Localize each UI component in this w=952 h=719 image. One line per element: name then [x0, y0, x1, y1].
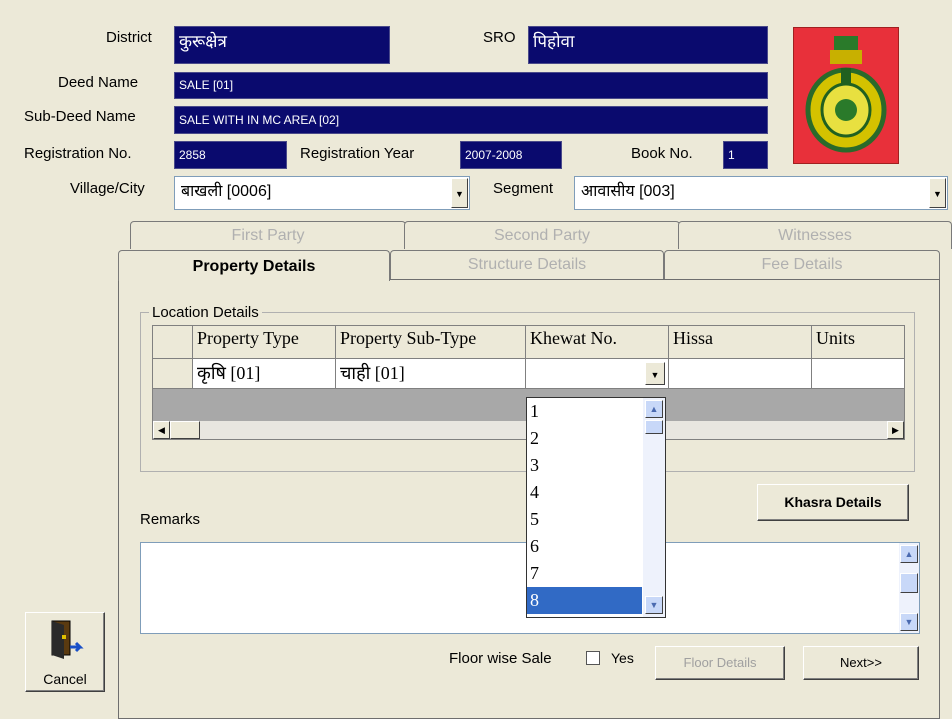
- cell-units[interactable]: [812, 359, 904, 389]
- remarks-scroll-thumb[interactable]: [900, 573, 918, 593]
- segment-combo[interactable]: आवासीय [003] ▼: [574, 176, 948, 210]
- cell-property-subtype[interactable]: चाही [01]: [336, 359, 526, 389]
- sro-label: SRO: [483, 29, 516, 46]
- tab-second-party[interactable]: Second Party: [404, 221, 680, 249]
- floor-wise-yes-label: Yes: [611, 650, 634, 666]
- reg-no-field[interactable]: 2858: [174, 141, 287, 169]
- floor-wise-checkbox[interactable]: [586, 651, 600, 665]
- cell-khewat-no[interactable]: ▼: [526, 359, 669, 389]
- location-details-title: Location Details: [149, 304, 262, 321]
- next-button[interactable]: Next>>: [803, 646, 919, 680]
- col-units: Units: [812, 326, 904, 359]
- reg-no-label: Registration No.: [24, 145, 132, 162]
- tab-fee-details[interactable]: Fee Details: [664, 250, 940, 280]
- sub-deed-field[interactable]: SALE WITH IN MC AREA [02]: [174, 106, 768, 134]
- scroll-right-icon[interactable]: ▶: [887, 421, 904, 439]
- sro-field[interactable]: पिहोवा: [528, 26, 768, 64]
- khewat-option[interactable]: 4: [527, 479, 642, 506]
- village-combo[interactable]: बाखली [0006] ▼: [174, 176, 470, 210]
- exit-door-icon: [51, 620, 84, 659]
- remarks-scroll-up-icon[interactable]: ▲: [900, 545, 918, 563]
- district-field[interactable]: कुरूक्षेत्र: [174, 26, 390, 64]
- reg-year-label: Registration Year: [300, 145, 415, 162]
- khewat-option[interactable]: 2: [527, 425, 642, 452]
- tab-witnesses[interactable]: Witnesses: [678, 221, 952, 249]
- tab-property-details[interactable]: Property Details: [118, 250, 390, 281]
- cancel-label: Cancel: [43, 671, 87, 687]
- segment-value: आवासीय [003]: [581, 183, 675, 200]
- cancel-button[interactable]: Cancel: [25, 612, 105, 692]
- district-label: District: [106, 29, 152, 46]
- scroll-thumb[interactable]: [170, 421, 200, 439]
- grid-corner: [153, 326, 193, 359]
- row-selector[interactable]: [153, 359, 193, 389]
- village-label: Village/City: [70, 180, 145, 197]
- village-value: बाखली [0006]: [181, 183, 272, 200]
- khewat-option[interactable]: 3: [527, 452, 642, 479]
- remarks-scrollbar[interactable]: ▲ ▼: [899, 543, 919, 633]
- sub-deed-label: Sub-Deed Name: [24, 108, 136, 125]
- village-dropdown-icon[interactable]: ▼: [451, 178, 468, 208]
- deed-name-field[interactable]: SALE [01]: [174, 72, 768, 99]
- cell-hissa[interactable]: [669, 359, 812, 389]
- khewat-dropdown-icon[interactable]: ▼: [645, 362, 665, 385]
- khewat-scroll-thumb[interactable]: [645, 420, 663, 434]
- col-property-subtype: Property Sub-Type: [336, 326, 526, 359]
- khewat-option[interactable]: 7: [527, 560, 642, 587]
- col-khewat-no: Khewat No.: [526, 326, 669, 359]
- khewat-option[interactable]: 5: [527, 506, 642, 533]
- remarks-scroll-down-icon[interactable]: ▼: [900, 613, 918, 631]
- haryana-emblem: [793, 27, 899, 164]
- book-no-field[interactable]: 1: [723, 141, 768, 169]
- khewat-scroll-up-icon[interactable]: ▲: [645, 400, 663, 418]
- segment-label: Segment: [493, 180, 554, 197]
- col-hissa: Hissa: [669, 326, 812, 359]
- scroll-left-icon[interactable]: ◀: [153, 421, 170, 439]
- book-no-label: Book No.: [631, 145, 693, 162]
- reg-year-field[interactable]: 2007-2008: [460, 141, 562, 169]
- floor-details-button[interactable]: Floor Details: [655, 646, 785, 680]
- segment-dropdown-icon[interactable]: ▼: [929, 178, 946, 208]
- remarks-label: Remarks: [140, 511, 201, 528]
- khewat-scroll-down-icon[interactable]: ▼: [645, 596, 663, 614]
- floor-wise-sale-label: Floor wise Sale: [449, 650, 552, 667]
- khewat-list-scrollbar[interactable]: ▲ ▼: [643, 398, 665, 617]
- khewat-option[interactable]: 6: [527, 533, 642, 560]
- khewat-dropdown-list[interactable]: 1 2 3 4 5 6 7 8 ▲ ▼: [526, 397, 666, 618]
- khewat-option[interactable]: 1: [527, 398, 642, 425]
- deed-name-label: Deed Name: [58, 74, 139, 91]
- col-property-type: Property Type: [193, 326, 336, 359]
- khasra-details-button[interactable]: Khasra Details: [757, 484, 909, 521]
- cell-property-type[interactable]: कृषि [01]: [193, 359, 336, 389]
- tab-first-party[interactable]: First Party: [130, 221, 406, 249]
- khewat-option-selected[interactable]: 8: [527, 587, 642, 614]
- emblem-icon: [805, 36, 887, 153]
- tab-structure-details[interactable]: Structure Details: [390, 250, 664, 280]
